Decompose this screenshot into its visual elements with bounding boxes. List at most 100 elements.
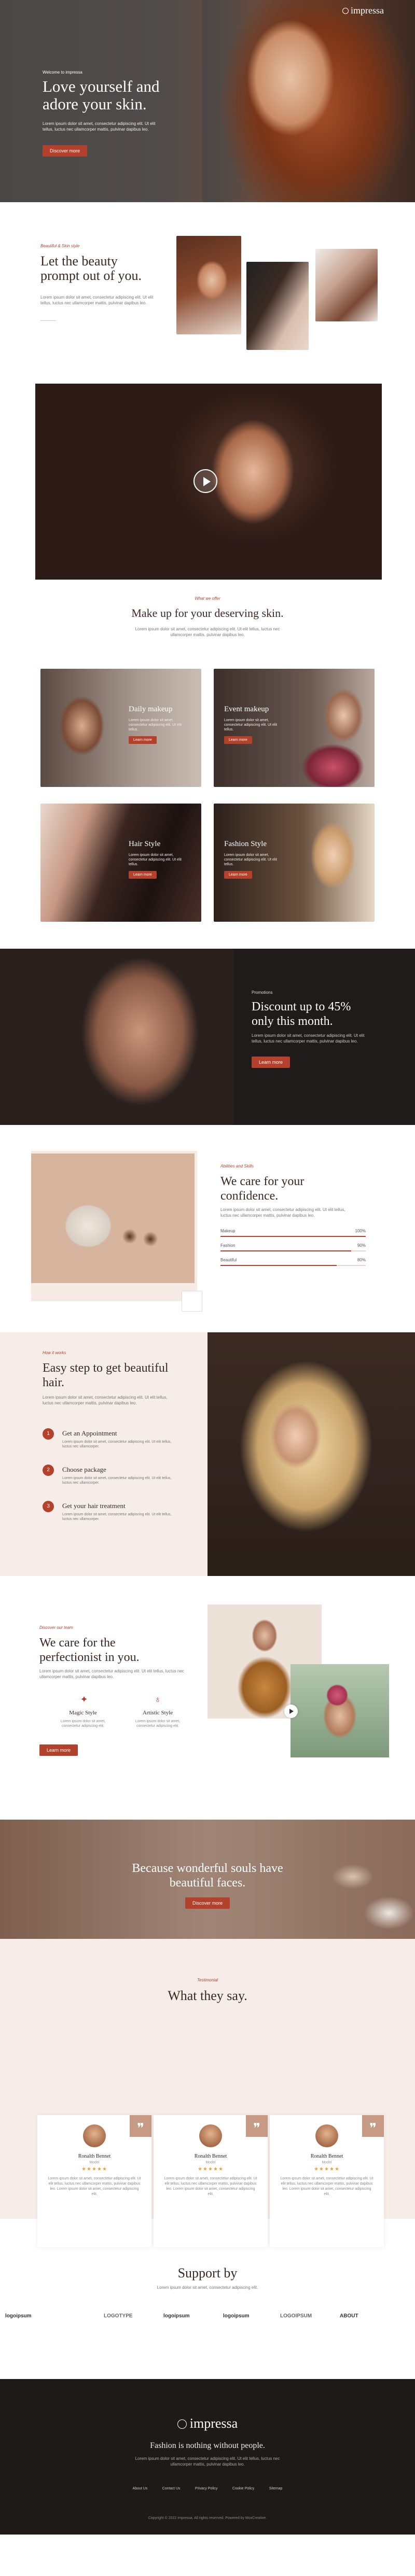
quote-icon: ❞ (246, 2115, 268, 2137)
step-title: Get an Appointment (62, 1429, 117, 1437)
skill-fill (220, 1265, 337, 1266)
service-title: Hair Style (129, 840, 161, 848)
makeup-title: Make up for your deserving skin. (131, 607, 284, 620)
care-text: Lorem ipsum dolor sit amet, consectetur … (220, 1207, 345, 1218)
makeup-eyebrow: What we offer (195, 596, 220, 601)
step-text: Lorem ipsum dolor sit amet, consectetur … (62, 1440, 172, 1448)
service-text: Lorem ipsum dolor sit amet, consectetur … (129, 719, 182, 731)
beauty-photo-2 (246, 262, 309, 350)
avatar (199, 2124, 222, 2147)
makeup-text: Lorem ipsum dolor sit amet, consectetur … (135, 627, 280, 637)
play-button[interactable] (193, 469, 217, 493)
hero-image (202, 0, 415, 202)
footer-link-contact[interactable]: Contact Us (162, 2487, 181, 2490)
skill-fill (220, 1236, 366, 1237)
testimonial-text: Lorem ipsum dolor sit amet, consectetur … (280, 2177, 374, 2196)
service-card-hair[interactable]: Hair Style Lorem ipsum dolor sit amet, c… (40, 804, 201, 922)
quote-icon: ❞ (362, 2115, 384, 2137)
service-title: Fashion Style (224, 840, 267, 848)
feature-title: Artistic Style (142, 1710, 173, 1716)
testimonial-text: Lorem ipsum dolor sit amet, consectetur … (48, 2177, 141, 2196)
logo-icon (342, 8, 349, 15)
testimonial-role: Model (322, 2161, 332, 2164)
hero-eyebrow: Welcome to impressa (43, 70, 82, 75)
service-card-fashion[interactable]: Fashion Style Lorem ipsum dolor sit amet… (214, 804, 375, 922)
sponsor-logo: logoipsum (223, 2313, 250, 2319)
steps-text: Lorem ipsum dolor sit amet, consectetur … (43, 1395, 168, 1405)
footer-link-cookie[interactable]: Cookie Policy (232, 2487, 254, 2490)
footer-link-about[interactable]: About Us (133, 2487, 148, 2490)
quote-icon: ❞ (130, 2115, 151, 2137)
step-item: 2 Choose package Lorem ipsum dolor sit ame… (43, 1465, 188, 1496)
skill-label: Beautiful (220, 1258, 237, 1262)
step-number: 2 (43, 1465, 54, 1476)
service-card-daily[interactable]: Daily makeup Lorem ipsum dolor sit amet,… (40, 669, 201, 787)
footer: impressa Fashion is nothing without peop… (0, 2379, 415, 2535)
testimonial-name: Ronalth Bennet (194, 2153, 227, 2159)
testimonials-title: What they say. (168, 1988, 247, 2003)
testimonial-name: Ronalth Bennet (78, 2153, 111, 2159)
care-eyebrow: Abilities and Skills (220, 1164, 254, 1169)
testimonial-role: Model (205, 2161, 216, 2164)
step-title: Get your hair treatment (62, 1502, 126, 1510)
steps-section: How it works Easy step to get beautiful h… (0, 1332, 415, 1576)
footer-brand-name: impressa (189, 2416, 238, 2431)
service-card-event[interactable]: Event makeup Lorem ipsum dolor sit amet,… (214, 669, 375, 787)
testimonial-role: Model (89, 2161, 100, 2164)
hero-section: impressa Welcome to impressa Love yourse… (0, 0, 415, 202)
avatar (83, 2124, 106, 2147)
team-title-line1: We care for the (39, 1636, 116, 1650)
step-text: Lorem ipsum dolor sit amet, consectetur … (62, 1476, 172, 1485)
support-text: Lorem ipsum dolor sit amet, consectetur … (157, 2285, 258, 2290)
learn-more-button[interactable]: Learn more (224, 736, 252, 744)
learn-more-button[interactable]: Learn more (129, 871, 157, 879)
skill-percent: 90% (357, 1243, 366, 1248)
skill-percent: 80% (357, 1258, 366, 1262)
footer-link-sitemap[interactable]: Sitemap (269, 2487, 283, 2490)
sponsor-logo: logoipsum (163, 2313, 190, 2319)
team-title-line2: perfectionist in you. (39, 1651, 140, 1664)
feature-text: Lorem ipsum dolor sit amet, consectetur … (135, 1720, 181, 1728)
learn-more-button[interactable]: Learn more (129, 736, 157, 744)
beauty-eyebrow: Beautiful & Skin style (40, 244, 80, 248)
support-section: Support by Lorem ipsum dolor sit amet, c… (0, 2219, 415, 2379)
divider (40, 320, 56, 321)
step-item: 3 Get your hair treatment Lorem ipsum dolo… (43, 1501, 188, 1532)
cta-title-line1: Because wonderful souls have (132, 1862, 283, 1875)
team-title: We care for the perfectionist in you. (39, 1636, 140, 1665)
care-title: We care for your confidence. (220, 1174, 304, 1203)
beauty-section: Beautiful & Skin style Let the beauty pro… (0, 202, 415, 384)
site-logo[interactable]: impressa (342, 5, 384, 16)
promo-title: Discount up to 45% only this month. (252, 1000, 351, 1029)
support-title: Support by (177, 2265, 238, 2281)
service-text: Lorem ipsum dolor sit amet, consectetur … (129, 853, 182, 866)
care-title-line2: confidence. (220, 1189, 279, 1203)
services-section: Daily makeup Lorem ipsum dolor sit amet,… (0, 669, 415, 949)
rating-stars: ★★★★★ (198, 2166, 224, 2172)
sponsor-logo: LOGOIPSUM (280, 2313, 312, 2319)
team-eyebrow: Discover our team (39, 1625, 73, 1630)
team-play-button[interactable] (284, 1705, 298, 1718)
team-learn-more-button[interactable]: Learn more (39, 1744, 78, 1756)
steps-title: Easy step to get beautiful hair. (43, 1361, 169, 1390)
skill-label: Makeup (220, 1229, 236, 1233)
sponsor-logo: LOGOTYPE (104, 2313, 133, 2319)
steps-image (208, 1332, 415, 1576)
step-number: 1 (43, 1428, 54, 1440)
footer-logo[interactable]: impressa (0, 2415, 415, 2431)
learn-more-button[interactable]: Learn more (224, 871, 252, 879)
avatar (315, 2124, 338, 2147)
makeup-section: What we offer Make up for your deserving… (0, 591, 415, 669)
feature-text: Lorem ipsum dolor sit amet, consectetur … (60, 1720, 106, 1728)
service-text: Lorem ipsum dolor sit amet, consectetur … (224, 853, 277, 866)
hero-title-line2: adore your skin. (43, 95, 147, 113)
promo-learn-more-button[interactable]: Learn more (252, 1057, 290, 1068)
step-number: 3 (43, 1501, 54, 1512)
team-text: Lorem ipsum dolor sit amet, consectetur … (39, 1669, 184, 1679)
cta-discover-button[interactable]: Discover more (185, 1897, 230, 1909)
footer-link-privacy[interactable]: Privacy Policy (195, 2487, 218, 2490)
skill-percent: 100% (355, 1229, 366, 1233)
logo-icon (177, 2419, 187, 2429)
promo-text: Lorem ipsum dolor sit amet, consectetur … (252, 1033, 365, 1044)
discover-more-button[interactable]: Discover more (43, 145, 88, 157)
